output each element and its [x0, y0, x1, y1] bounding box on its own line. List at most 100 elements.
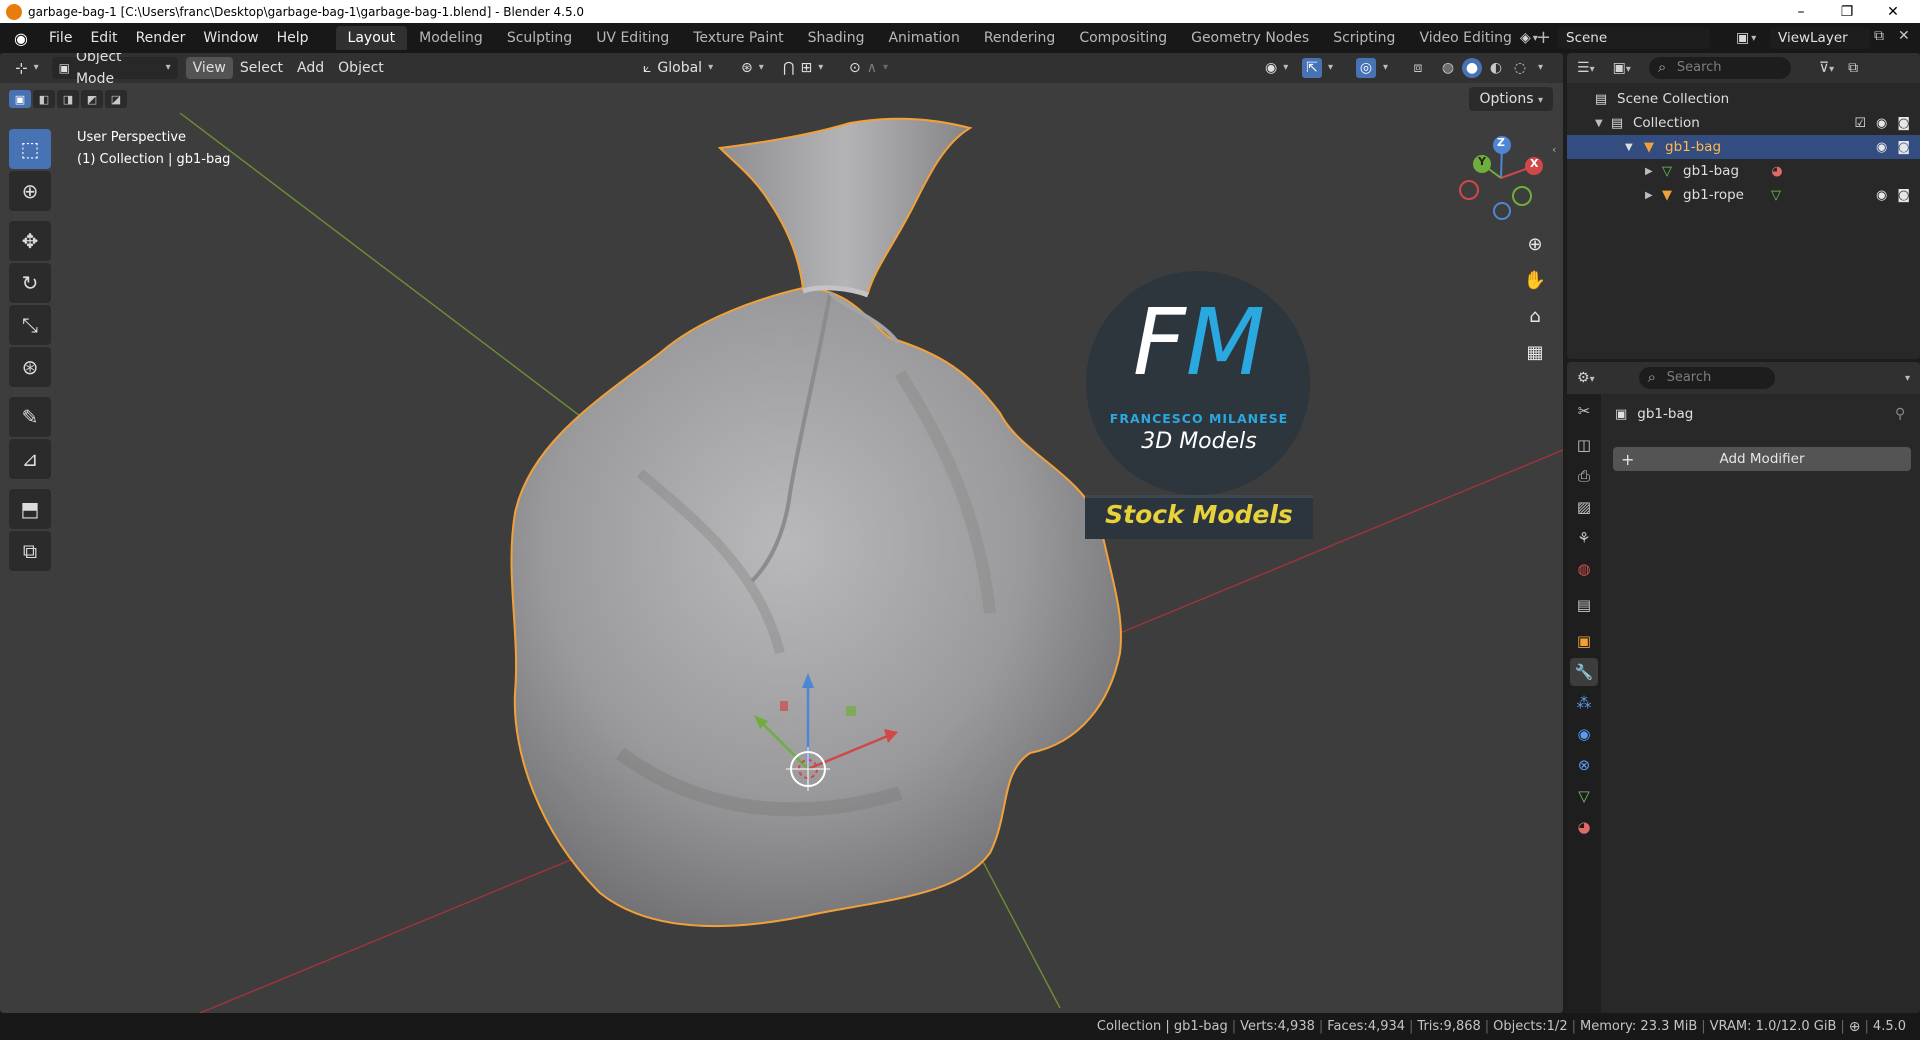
- select-extend-icon[interactable]: ◧: [33, 90, 55, 108]
- zoom-icon[interactable]: ⊕: [1520, 229, 1550, 259]
- material-tab-icon[interactable]: ◕: [1570, 813, 1598, 841]
- tab-video-editing[interactable]: Video Editing: [1407, 26, 1523, 50]
- minimize-button[interactable]: –: [1778, 0, 1824, 23]
- measure-tool-icon[interactable]: ⊿: [9, 439, 51, 479]
- view-layer-name-field[interactable]: ViewLayer: [1770, 27, 1870, 49]
- constraints-tab-icon[interactable]: ⊗: [1570, 751, 1598, 779]
- add-cube-tool-icon[interactable]: ⬒: [9, 489, 51, 529]
- tab-layout[interactable]: Layout: [335, 26, 408, 50]
- select-box-tool-icon[interactable]: ⬚: [9, 129, 51, 169]
- properties-search-input[interactable]: Search: [1638, 366, 1775, 389]
- object-tab-icon[interactable]: ▣: [1570, 627, 1598, 655]
- tab-modeling[interactable]: Modeling: [407, 26, 495, 50]
- new-collection-icon[interactable]: ⧉: [1848, 60, 1858, 76]
- view-layer-tab-icon[interactable]: ▨: [1570, 493, 1598, 521]
- outliner-row-gb1-bag-object[interactable]: ▼ ▼ gb1-bag ◉ ◙: [1567, 135, 1920, 159]
- physics-tab-icon[interactable]: ◉: [1570, 720, 1598, 748]
- viewport-scene[interactable]: [0, 53, 1563, 1013]
- expand-arrow-icon[interactable]: ▶: [1645, 166, 1659, 177]
- material-preview-icon[interactable]: ◐: [1486, 58, 1506, 78]
- world-tab-icon[interactable]: ◍: [1570, 555, 1598, 583]
- scene-tab-icon[interactable]: ⚘: [1570, 524, 1598, 552]
- transform-tool-icon[interactable]: ⊛: [9, 347, 51, 387]
- menu-view[interactable]: View: [185, 57, 233, 79]
- visibility-eye-icon[interactable]: ◉: [1876, 116, 1887, 131]
- menu-file[interactable]: File: [40, 27, 81, 49]
- blender-menu-icon[interactable]: ◉: [10, 27, 32, 49]
- tab-shading[interactable]: Shading: [796, 26, 877, 50]
- particles-tab-icon[interactable]: ⁂: [1570, 689, 1598, 717]
- properties-editor-type-icon[interactable]: ⚙▾: [1577, 370, 1595, 386]
- rendered-shading-icon[interactable]: ◌: [1510, 58, 1530, 78]
- outliner-row-collection[interactable]: ▼ ▤ Collection ☑ ◉ ◙: [1567, 111, 1920, 135]
- outliner-row-gb1-rope[interactable]: ▶ ▼ gb1-rope ▽ ◉ ◙: [1567, 183, 1920, 207]
- restore-button[interactable]: ❐: [1824, 0, 1870, 23]
- menu-add[interactable]: Add: [290, 57, 331, 79]
- visibility-eye-icon[interactable]: ◉: [1876, 188, 1887, 203]
- add-object-tool-icon[interactable]: ⧉: [9, 531, 51, 571]
- options-dropdown[interactable]: Options ▾: [1469, 87, 1553, 111]
- rotate-tool-icon[interactable]: ↻: [9, 263, 51, 303]
- tab-uv-editing[interactable]: UV Editing: [584, 26, 681, 50]
- tab-rendering[interactable]: Rendering: [972, 26, 1068, 50]
- render-camera-icon[interactable]: ◙: [1897, 188, 1910, 203]
- tab-texture-paint[interactable]: Texture Paint: [681, 26, 795, 50]
- sidebar-toggle-icon[interactable]: ‹: [1552, 143, 1556, 156]
- modifier-tab-icon[interactable]: 🔧: [1570, 658, 1598, 686]
- menu-edit[interactable]: Edit: [81, 27, 126, 49]
- network-globe-icon[interactable]: ⊕: [1849, 1019, 1861, 1035]
- outliner-row-gb1-bag-mesh[interactable]: ▶ ▽ gb1-bag ◕: [1567, 159, 1920, 183]
- scene-name-field[interactable]: Scene: [1558, 27, 1710, 49]
- outliner-row-scene-collection[interactable]: ▤ Scene Collection: [1567, 87, 1920, 111]
- output-tab-icon[interactable]: ⎙: [1570, 462, 1598, 490]
- properties-options-dropdown[interactable]: ▾: [1905, 373, 1910, 384]
- camera-view-icon[interactable]: ⌂: [1520, 301, 1550, 331]
- expand-arrow-icon[interactable]: ▼: [1595, 118, 1609, 129]
- menu-render[interactable]: Render: [127, 27, 195, 49]
- tab-scripting[interactable]: Scripting: [1321, 26, 1407, 50]
- exclude-checkbox-icon[interactable]: ☑: [1854, 116, 1866, 131]
- snap-toggle[interactable]: ⋂ ⊞ ▾: [776, 57, 830, 79]
- render-camera-icon[interactable]: ◙: [1897, 140, 1910, 155]
- remove-view-layer-icon[interactable]: ✕: [1898, 28, 1910, 44]
- menu-help[interactable]: Help: [268, 27, 318, 49]
- menu-object[interactable]: Object: [331, 57, 391, 79]
- add-modifier-button[interactable]: + Add Modifier: [1613, 447, 1911, 471]
- render-camera-icon[interactable]: ◙: [1897, 116, 1910, 131]
- proportional-edit-toggle[interactable]: ⊙ ∧ ▾: [842, 57, 895, 79]
- pin-icon[interactable]: ⚲: [1895, 406, 1905, 422]
- pivot-point-selector[interactable]: ⊛ ▾: [734, 57, 771, 79]
- expand-arrow-icon[interactable]: ▼: [1625, 142, 1639, 153]
- mode-selector[interactable]: ▣ Object Mode ▾: [51, 53, 178, 87]
- xray-toggle-icon[interactable]: ⧈: [1408, 58, 1428, 78]
- pan-hand-icon[interactable]: ✋: [1520, 265, 1550, 295]
- transform-orientation-selector[interactable]: ⟀ Global ▾: [636, 57, 720, 79]
- overlays-toggle-icon[interactable]: ◎: [1356, 58, 1376, 78]
- menu-window[interactable]: Window: [194, 27, 267, 49]
- visibility-eye-icon[interactable]: ◉: [1876, 140, 1887, 155]
- collection-tab-icon[interactable]: ▤: [1570, 591, 1598, 619]
- render-tab-icon[interactable]: ◫: [1570, 431, 1598, 459]
- tab-animation[interactable]: Animation: [876, 26, 971, 50]
- select-invert-icon[interactable]: ◩: [81, 90, 103, 108]
- move-tool-icon[interactable]: ✥: [9, 221, 51, 261]
- filter-icon[interactable]: ⊽▾: [1819, 60, 1834, 76]
- new-view-layer-icon[interactable]: ⧉: [1874, 28, 1884, 44]
- solid-shading-icon[interactable]: ●: [1462, 58, 1482, 78]
- scene-selector-icon[interactable]: ◈ ▾: [1520, 27, 1555, 49]
- scale-tool-icon[interactable]: ⤡: [9, 305, 51, 345]
- 3d-viewport[interactable]: FM FRANCESCO MILANESE 3D Models Stock Mo…: [0, 53, 1563, 1013]
- gizmo-dropdown[interactable]: ▾: [1328, 62, 1333, 73]
- shading-dropdown[interactable]: ▾: [1538, 62, 1543, 73]
- wireframe-shading-icon[interactable]: ◍: [1438, 58, 1458, 78]
- outliner-editor-type-icon[interactable]: ☰▾: [1577, 60, 1595, 76]
- data-tab-icon[interactable]: ▽: [1570, 782, 1598, 810]
- editor-type-selector[interactable]: ⊹ ▾: [8, 57, 46, 79]
- visibility-selector[interactable]: ◉ ▾: [1258, 57, 1295, 79]
- gizmo-toggle-icon[interactable]: ⇱: [1302, 58, 1322, 78]
- select-subtract-icon[interactable]: ◨: [57, 90, 79, 108]
- tab-geometry-nodes[interactable]: Geometry Nodes: [1179, 26, 1321, 50]
- tab-sculpting[interactable]: Sculpting: [495, 26, 584, 50]
- select-intersect-icon[interactable]: ◪: [105, 90, 127, 108]
- overlays-dropdown[interactable]: ▾: [1383, 62, 1388, 73]
